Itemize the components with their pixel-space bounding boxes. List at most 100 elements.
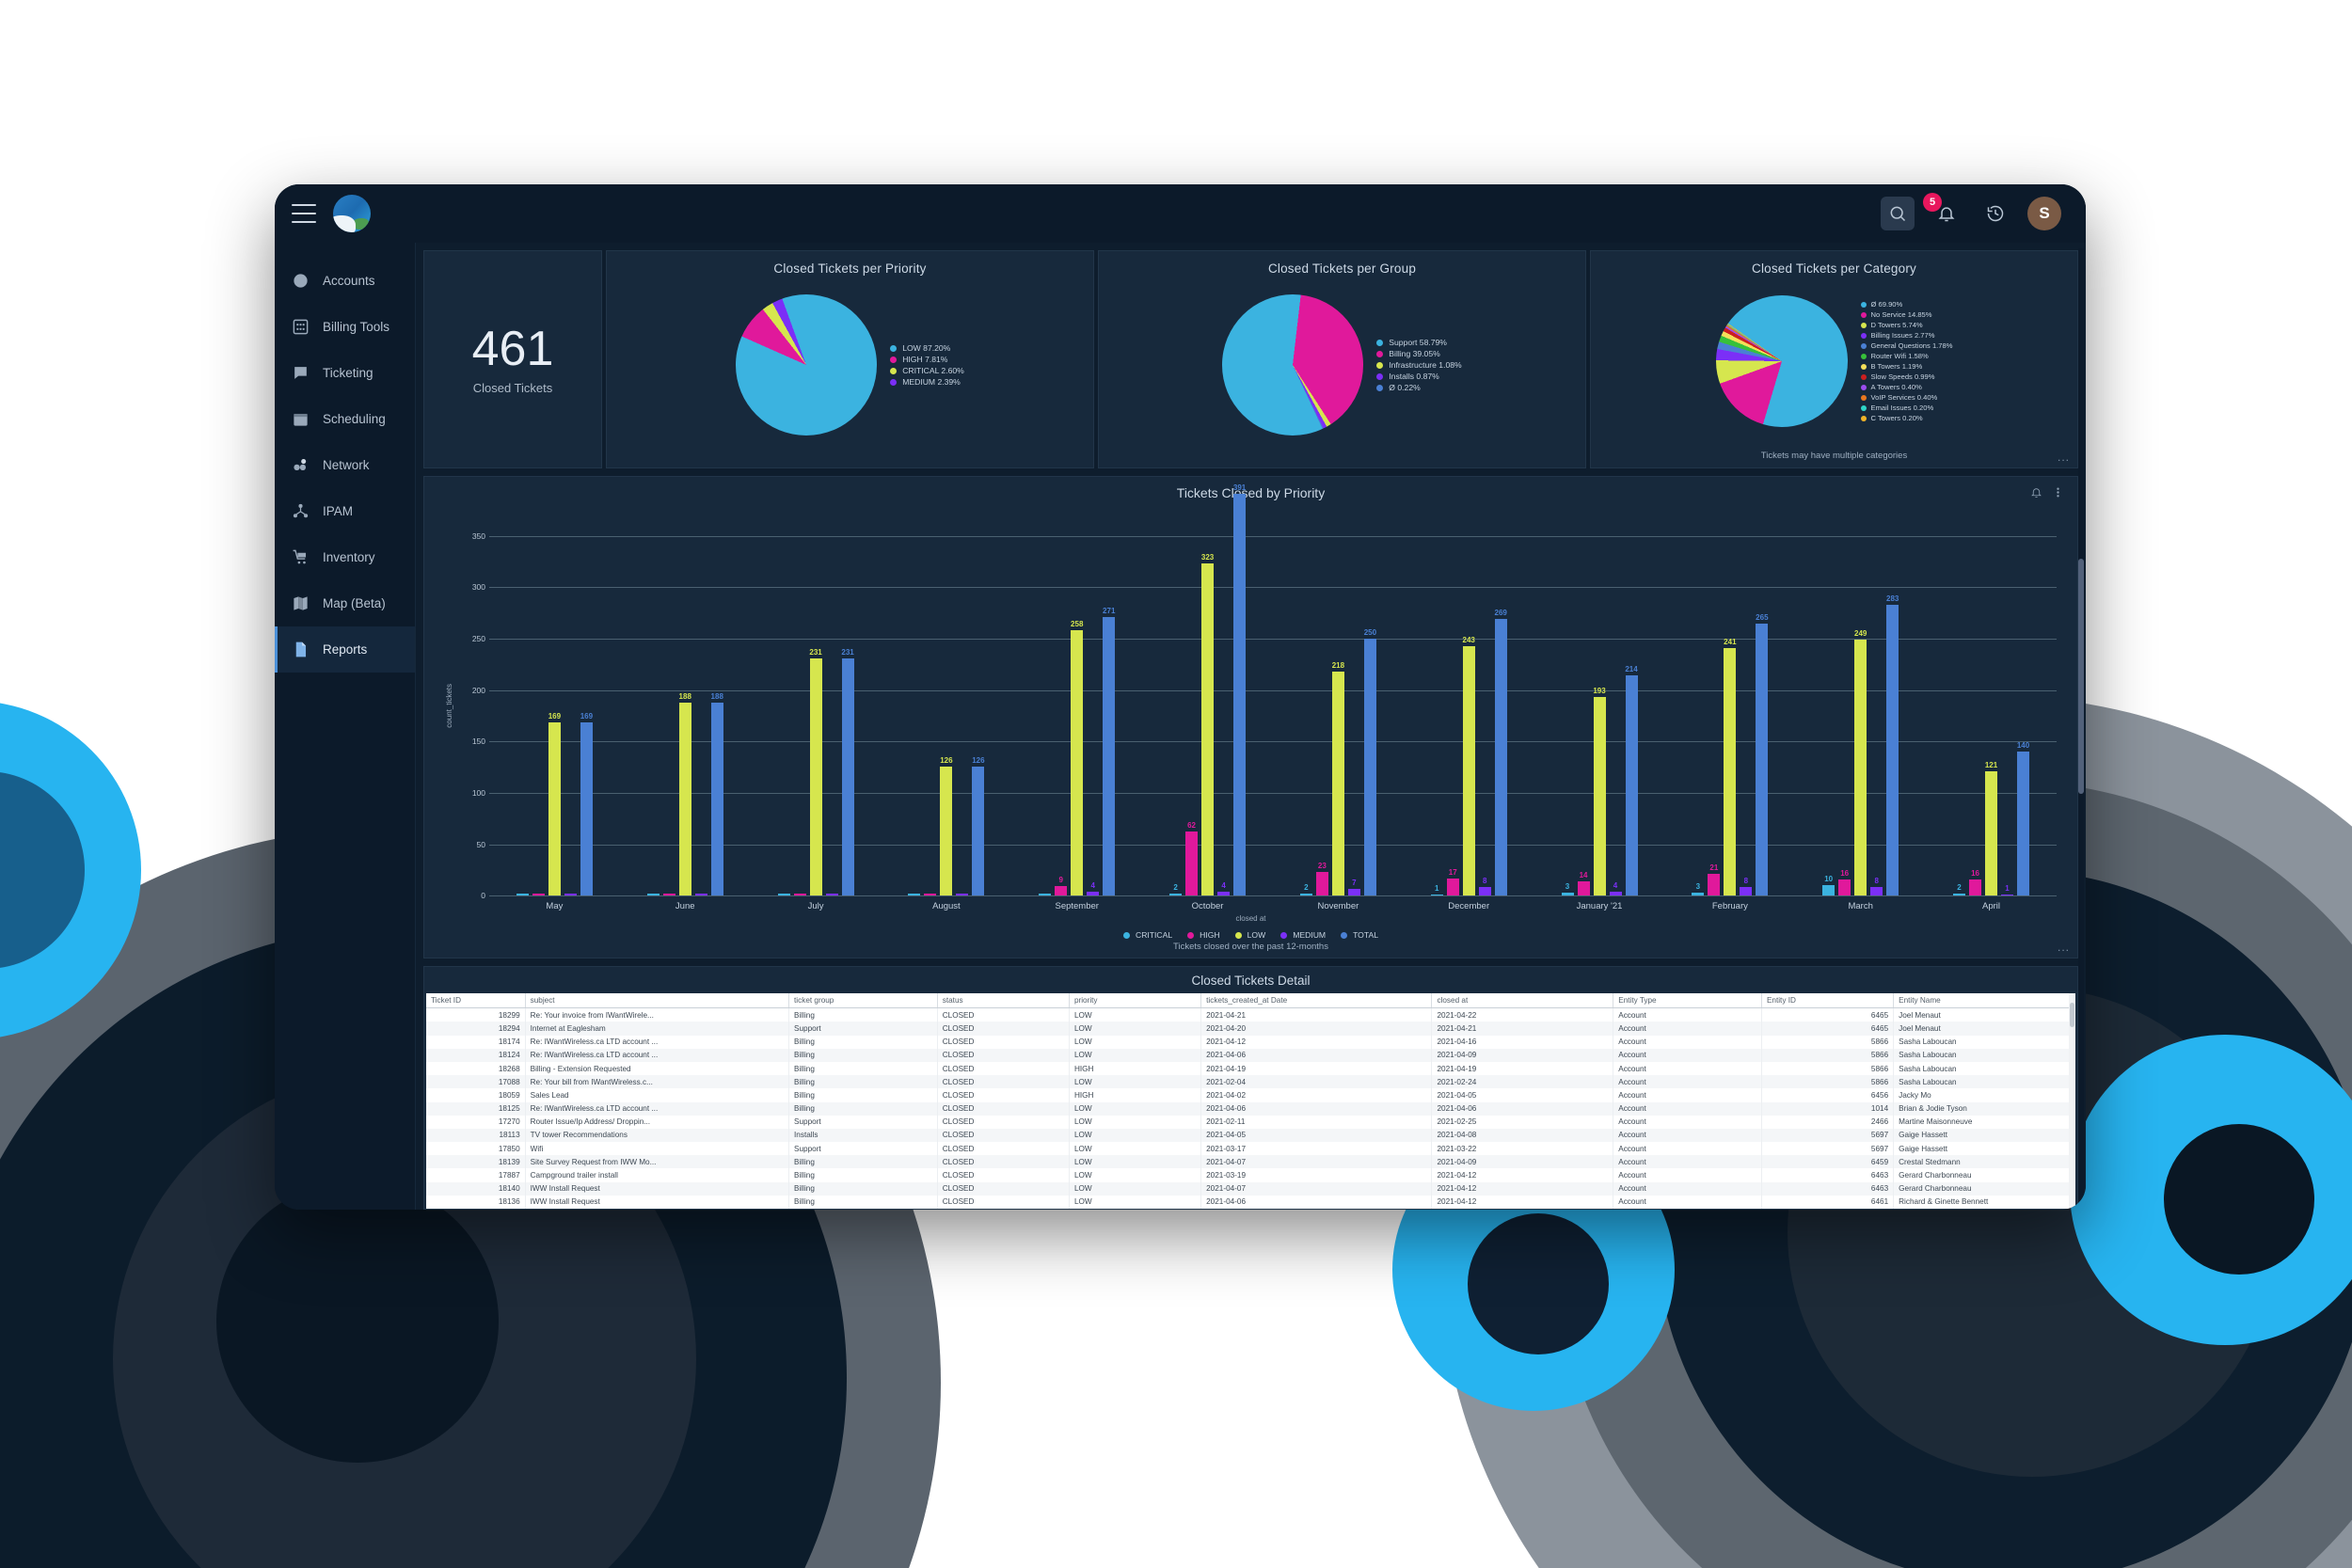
bar[interactable]: 17 — [1446, 868, 1459, 896]
legend-item[interactable]: C Towers 0.20% — [1860, 414, 1953, 422]
bar[interactable]: 7 — [1347, 879, 1360, 896]
legend-item[interactable]: Ø 69.90% — [1860, 300, 1953, 309]
sidebar-item-ipam[interactable]: IPAM — [275, 488, 415, 534]
sidebar-item-ticketing[interactable]: Ticketing — [275, 350, 415, 396]
table-row[interactable]: 18059 Sales Lead Billing CLOSED HIGH 2021-04-… — [426, 1088, 2075, 1102]
table-column-header[interactable]: Entity Name — [1893, 993, 2075, 1009]
table-column-header[interactable]: status — [937, 993, 1070, 1009]
legend-item[interactable]: Slow Speeds 0.99% — [1860, 372, 1953, 381]
sidebar-item-accounts[interactable]: Accounts — [275, 258, 415, 304]
table-column-header[interactable]: Entity ID — [1761, 993, 1895, 1009]
legend-item[interactable]: General Questions 1.78% — [1860, 341, 1952, 350]
table-column-header[interactable]: Ticket ID — [426, 993, 526, 1009]
legend-item[interactable]: Billing Issues 2.77% — [1860, 331, 1953, 340]
hamburger-icon[interactable] — [292, 204, 316, 223]
legend-item[interactable]: LOW 87.20% — [890, 343, 964, 353]
bar[interactable] — [694, 893, 707, 896]
bar[interactable]: 21 — [1708, 863, 1721, 896]
table-row[interactable]: 18125 Re: IWantWireless.ca LTD account ..… — [426, 1101, 2075, 1116]
bar[interactable]: 3 — [1692, 882, 1705, 896]
legend-item[interactable]: A Towers 0.40% — [1860, 383, 1953, 391]
bar[interactable]: 241 — [1724, 638, 1737, 896]
sidebar-item-inventory[interactable]: Inventory — [275, 534, 415, 580]
bar[interactable] — [532, 893, 545, 896]
bar[interactable]: 231 — [841, 648, 854, 896]
legend-item[interactable]: D Towers 5.74% — [1860, 321, 1953, 329]
bar[interactable]: 16 — [1969, 869, 1982, 896]
sidebar-item-scheduling[interactable]: Scheduling — [275, 396, 415, 442]
legend-item[interactable]: CRITICAL 2.60% — [890, 366, 964, 375]
legend-item[interactable]: No Service 14.85% — [1860, 310, 1953, 319]
bar[interactable]: 391 — [1233, 483, 1246, 896]
bar[interactable] — [777, 893, 790, 896]
bar[interactable]: 8 — [1870, 877, 1883, 896]
bar[interactable] — [825, 893, 838, 896]
bar[interactable]: 16 — [1838, 869, 1851, 896]
bar[interactable]: 62 — [1185, 821, 1199, 896]
table-row[interactable]: 18139 Site Survey Request from IWW Mo... B… — [426, 1155, 2075, 1169]
legend-item[interactable]: CRITICAL — [1123, 930, 1172, 940]
bar[interactable]: 8 — [1740, 877, 1753, 896]
bar[interactable]: 188 — [679, 692, 691, 896]
legend-item[interactable]: Router Wifi 1.58% — [1860, 352, 1953, 360]
table-row[interactable]: 18113 TV tower Recommendations Installs CLO… — [426, 1128, 2075, 1143]
table-column-header[interactable]: ticket group — [788, 993, 938, 1009]
table-row[interactable]: 18124 Re: IWantWireless.ca LTD account ..… — [426, 1048, 2075, 1062]
bar[interactable] — [646, 893, 660, 896]
bar[interactable]: 243 — [1463, 636, 1475, 896]
bar[interactable]: 169 — [580, 712, 593, 896]
table-row[interactable]: 17850 Wifi Support CLOSED LOW 2021-03-17 2021-… — [426, 1142, 2075, 1156]
bar[interactable]: 10 — [1822, 875, 1836, 896]
bar[interactable] — [662, 893, 675, 896]
legend-item[interactable]: B Towers 1.19% — [1860, 362, 1953, 371]
bar[interactable]: 9 — [1055, 876, 1068, 896]
table-row[interactable]: 18294 Internet at Eaglesham Support CLOSED L… — [426, 1022, 2075, 1036]
table-row[interactable]: 17270 Router Issue/Ip Address/ Droppin...… — [426, 1115, 2075, 1129]
legend-item[interactable]: Billing 39.05% — [1376, 349, 1461, 358]
bar[interactable]: 271 — [1103, 607, 1115, 896]
table-row[interactable]: 17887 Campground trailer install Billing CL… — [426, 1168, 2075, 1182]
bar[interactable]: 2 — [1953, 883, 1966, 896]
bar[interactable]: 2 — [1299, 883, 1312, 896]
bar[interactable]: 258 — [1071, 620, 1083, 896]
sidebar-item-network[interactable]: Network — [275, 442, 415, 488]
legend-item[interactable]: MEDIUM 2.39% — [890, 377, 964, 387]
legend-item[interactable]: Infrastructure 1.08% — [1376, 360, 1462, 370]
legend-item[interactable]: LOW — [1234, 930, 1265, 940]
bar[interactable]: 250 — [1364, 628, 1376, 896]
legend-item[interactable]: TOTAL — [1341, 930, 1378, 940]
bar[interactable]: 269 — [1495, 609, 1507, 896]
table-column-header[interactable]: priority — [1069, 993, 1202, 1009]
bar[interactable]: 323 — [1201, 553, 1214, 896]
bar[interactable] — [924, 893, 937, 896]
table-row[interactable]: 18136 IWW Install Request Billing CLOSED LOW… — [426, 1195, 2075, 1209]
legend-item[interactable]: HIGH — [1187, 930, 1220, 940]
table-column-header[interactable]: Entity Type — [1613, 993, 1762, 1009]
bar[interactable]: 8 — [1478, 877, 1491, 896]
table-column-header[interactable]: closed at — [1431, 993, 1614, 1009]
bar[interactable]: 169 — [548, 712, 561, 896]
bar[interactable]: 188 — [711, 692, 723, 896]
legend-item[interactable]: Support 58.79% — [1376, 338, 1461, 347]
legend-item[interactable]: Ø 0.22% — [1376, 383, 1461, 392]
bar[interactable]: 4 — [1087, 881, 1100, 896]
table-row[interactable]: 18299 Re: Your invoice from IWantWirele..… — [426, 1007, 2075, 1022]
bell-icon[interactable]: 5 — [1923, 193, 1963, 230]
legend-item[interactable]: HIGH 7.81% — [890, 355, 964, 364]
bar[interactable]: 218 — [1332, 661, 1344, 896]
bar[interactable]: 4 — [1217, 881, 1231, 896]
bar[interactable]: 283 — [1886, 594, 1899, 896]
bar[interactable]: 4 — [1609, 881, 1622, 896]
panel-overflow-menu[interactable]: ... — [2058, 451, 2070, 464]
bar[interactable]: 3 — [1561, 882, 1574, 896]
legend-item[interactable]: VoIP Services 0.40% — [1860, 393, 1953, 402]
legend-item[interactable]: Installs 0.87% — [1376, 372, 1461, 381]
bar[interactable]: 121 — [1985, 761, 1997, 896]
bar[interactable] — [793, 893, 806, 896]
table-column-header[interactable]: tickets_created_at Date — [1200, 993, 1433, 1009]
page-vertical-scrollbar[interactable] — [2078, 248, 2084, 1208]
legend-item[interactable]: Email Issues 0.20% — [1860, 404, 1953, 412]
sidebar-item-map[interactable]: Map (Beta) — [275, 580, 415, 626]
bar[interactable]: 140 — [2017, 741, 2029, 896]
bar[interactable] — [1039, 893, 1052, 896]
